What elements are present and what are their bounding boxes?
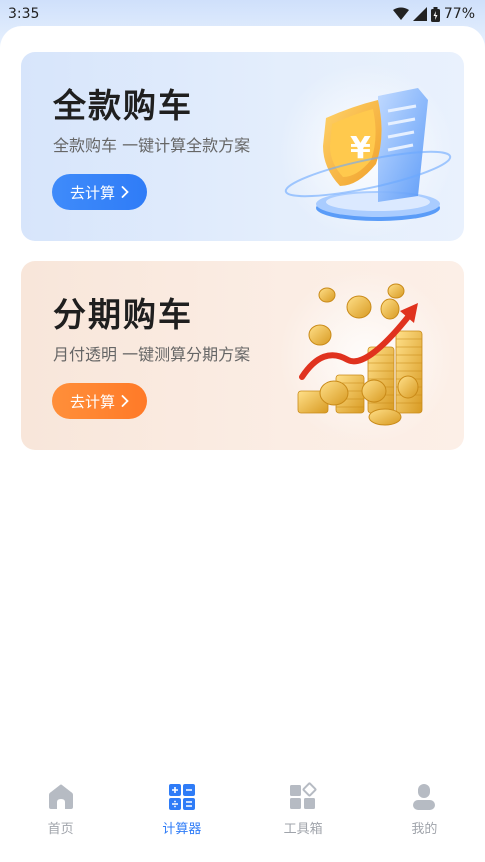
status-icons: 77%	[392, 6, 475, 22]
toolbox-icon	[290, 782, 317, 809]
tab-toolbox[interactable]: 工具箱	[243, 770, 364, 862]
profile-icon	[413, 784, 436, 810]
status-bar: 3:35 77%	[0, 0, 485, 28]
card-subtitle: 月付透明 一键测算分期方案	[53, 345, 251, 364]
full-payment-calculate-button[interactable]: 去计算	[52, 174, 148, 210]
installment-calculate-button[interactable]: 去计算	[52, 383, 148, 419]
tab-label: 工具箱	[283, 822, 323, 837]
calculator-icon	[168, 784, 195, 810]
tab-label: 首页	[47, 822, 74, 837]
tab-label: 我的	[411, 822, 438, 837]
tab-home[interactable]: 首页	[0, 770, 121, 862]
wifi-icon	[392, 7, 409, 20]
signal-icon	[412, 7, 427, 21]
shield-coin-illustration: ¥	[278, 63, 454, 236]
button-label: 去计算	[70, 392, 116, 411]
card-title: 分期购车	[53, 295, 193, 334]
battery-icon	[430, 6, 440, 22]
home-icon	[48, 784, 73, 809]
card-subtitle: 全款购车 一键计算全款方案	[53, 136, 251, 155]
chevron-right-icon	[121, 186, 129, 198]
full-payment-card[interactable]: 全款购车 全款购车 一键计算全款方案 去计算 ¥	[21, 52, 464, 241]
bottom-tab-bar: 首页 计算器 工具箱 我的	[0, 770, 485, 862]
chevron-right-icon	[121, 395, 129, 407]
battery-level: 77%	[443, 6, 475, 22]
tab-label: 计算器	[162, 822, 202, 837]
coins-growth-illustration	[278, 269, 454, 445]
installment-card[interactable]: 分期购车 月付透明 一键测算分期方案 去计算	[21, 261, 464, 450]
button-label: 去计算	[70, 183, 116, 202]
status-time: 3:35	[8, 6, 40, 22]
tab-profile[interactable]: 我的	[364, 770, 485, 862]
tab-calculator[interactable]: 计算器	[121, 770, 242, 862]
card-title: 全款购车	[53, 86, 193, 125]
